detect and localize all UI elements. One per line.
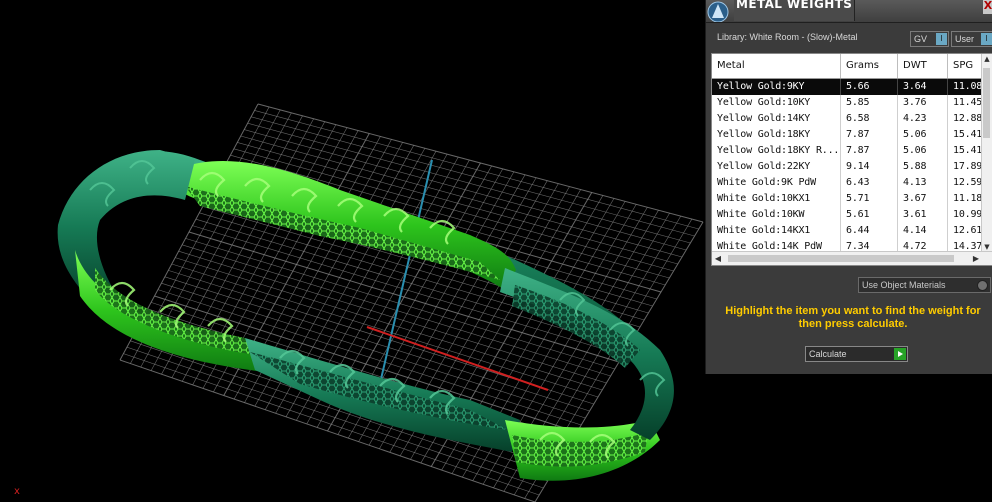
cell-metal: Yellow Gold:18KY — [712, 127, 841, 143]
user-toggle[interactable]: User I — [951, 31, 992, 47]
cell-grams: 7.87 — [841, 143, 898, 159]
play-arrow-icon[interactable] — [894, 348, 906, 360]
cell-grams: 6.58 — [841, 111, 898, 127]
gv-toggle-label: GV — [914, 34, 928, 44]
metal-table[interactable]: Metal Grams DWT SPG Yellow Gold:9KY 5.66 3… — [711, 53, 992, 266]
user-toggle-indicator: I — [981, 33, 992, 45]
cell-grams: 9.14 — [841, 159, 898, 175]
cell-dwt: 4.23 — [898, 111, 948, 127]
cell-dwt: 4.14 — [898, 223, 948, 239]
horizontal-scroll-thumb[interactable] — [728, 255, 954, 262]
cell-metal: White Gold:10KW — [712, 207, 841, 223]
table-row[interactable]: White Gold:14KX1 6.44 4.14 12.61 — [712, 223, 988, 239]
table-row[interactable]: Yellow Gold:18KY 7.87 5.06 15.41 — [712, 127, 988, 143]
table-row[interactable]: Yellow Gold:9KY 5.66 3.64 11.08 — [712, 79, 988, 95]
cell-grams: 5.61 — [841, 207, 898, 223]
column-header-grams[interactable]: Grams — [841, 54, 898, 78]
cell-grams: 5.85 — [841, 95, 898, 111]
scroll-right-icon[interactable]: ▶ — [970, 252, 982, 265]
cell-metal: Yellow Gold:9KY — [712, 79, 841, 95]
cell-dwt: 5.88 — [898, 159, 948, 175]
cell-metal: Yellow Gold:14KY — [712, 111, 841, 127]
calculate-button[interactable]: Calculate — [805, 346, 908, 362]
cell-grams: 7.87 — [841, 127, 898, 143]
table-header: Metal Grams DWT SPG — [712, 54, 988, 79]
user-toggle-label: User — [955, 34, 975, 44]
panel-title: METAL WEIGHTS — [734, 0, 855, 21]
cell-grams: 5.71 — [841, 191, 898, 207]
table-row[interactable]: Yellow Gold:22KY 9.14 5.88 17.89 — [712, 159, 988, 175]
column-header-metal[interactable]: Metal — [712, 54, 841, 78]
cell-metal: White Gold:10KX1 — [712, 191, 841, 207]
horizontal-scrollbar[interactable]: ◀ ▶ — [712, 251, 992, 265]
close-button[interactable]: X — [983, 0, 992, 14]
table-row[interactable]: White Gold:10KW 5.61 3.61 10.99 — [712, 207, 988, 223]
cell-dwt: 5.06 — [898, 143, 948, 159]
calculate-label: Calculate — [809, 349, 847, 359]
cell-dwt: 5.06 — [898, 127, 948, 143]
x-axis-label: x — [14, 486, 20, 497]
table-row[interactable]: White Gold:9K PdW 6.43 4.13 12.59 — [712, 175, 988, 191]
cell-grams: 6.44 — [841, 223, 898, 239]
cell-metal: Yellow Gold:22KY — [712, 159, 841, 175]
vertical-scrollbar[interactable]: ▲ ▼ — [981, 54, 992, 252]
vertical-scroll-thumb[interactable] — [983, 68, 990, 138]
panel-header[interactable]: METAL WEIGHTS X — [706, 0, 992, 23]
instruction-text: Highlight the item you want to find the … — [725, 305, 981, 330]
use-object-materials-label: Use Object Materials — [862, 280, 946, 290]
cell-metal: Yellow Gold:10KY — [712, 95, 841, 111]
gv-toggle-indicator: I — [936, 33, 947, 45]
library-label: Library: White Room - (Slow)-Metal — [717, 32, 858, 42]
table-row[interactable]: Yellow Gold:18KY R... 7.87 5.06 15.41 — [712, 143, 988, 159]
scroll-left-icon[interactable]: ◀ — [712, 252, 724, 265]
scroll-up-icon[interactable]: ▲ — [982, 54, 992, 64]
cell-dwt: 3.61 — [898, 207, 948, 223]
column-header-dwt[interactable]: DWT — [898, 54, 948, 78]
table-row[interactable]: Yellow Gold:10KY 5.85 3.76 11.45 — [712, 95, 988, 111]
gv-toggle[interactable]: GV I — [910, 31, 949, 47]
cell-metal: White Gold:9K PdW — [712, 175, 841, 191]
cell-dwt: 3.64 — [898, 79, 948, 95]
cell-metal: Yellow Gold:18KY R... — [712, 143, 841, 159]
toggle-knob-icon[interactable] — [977, 280, 988, 291]
use-object-materials-toggle[interactable]: Use Object Materials — [858, 277, 991, 293]
bangle-model[interactable] — [57, 150, 674, 481]
cell-dwt: 4.13 — [898, 175, 948, 191]
table-row[interactable]: White Gold:10KX1 5.71 3.67 11.18 — [712, 191, 988, 207]
cell-dwt: 3.67 — [898, 191, 948, 207]
table-row[interactable]: Yellow Gold:14KY 6.58 4.23 12.88 — [712, 111, 988, 127]
cell-metal: White Gold:14KX1 — [712, 223, 841, 239]
metal-weights-panel: METAL WEIGHTS X Library: White Room - (S… — [705, 0, 992, 374]
cell-grams: 6.43 — [841, 175, 898, 191]
matrix-logo-icon — [706, 0, 732, 23]
cell-grams: 5.66 — [841, 79, 898, 95]
cell-dwt: 3.76 — [898, 95, 948, 111]
